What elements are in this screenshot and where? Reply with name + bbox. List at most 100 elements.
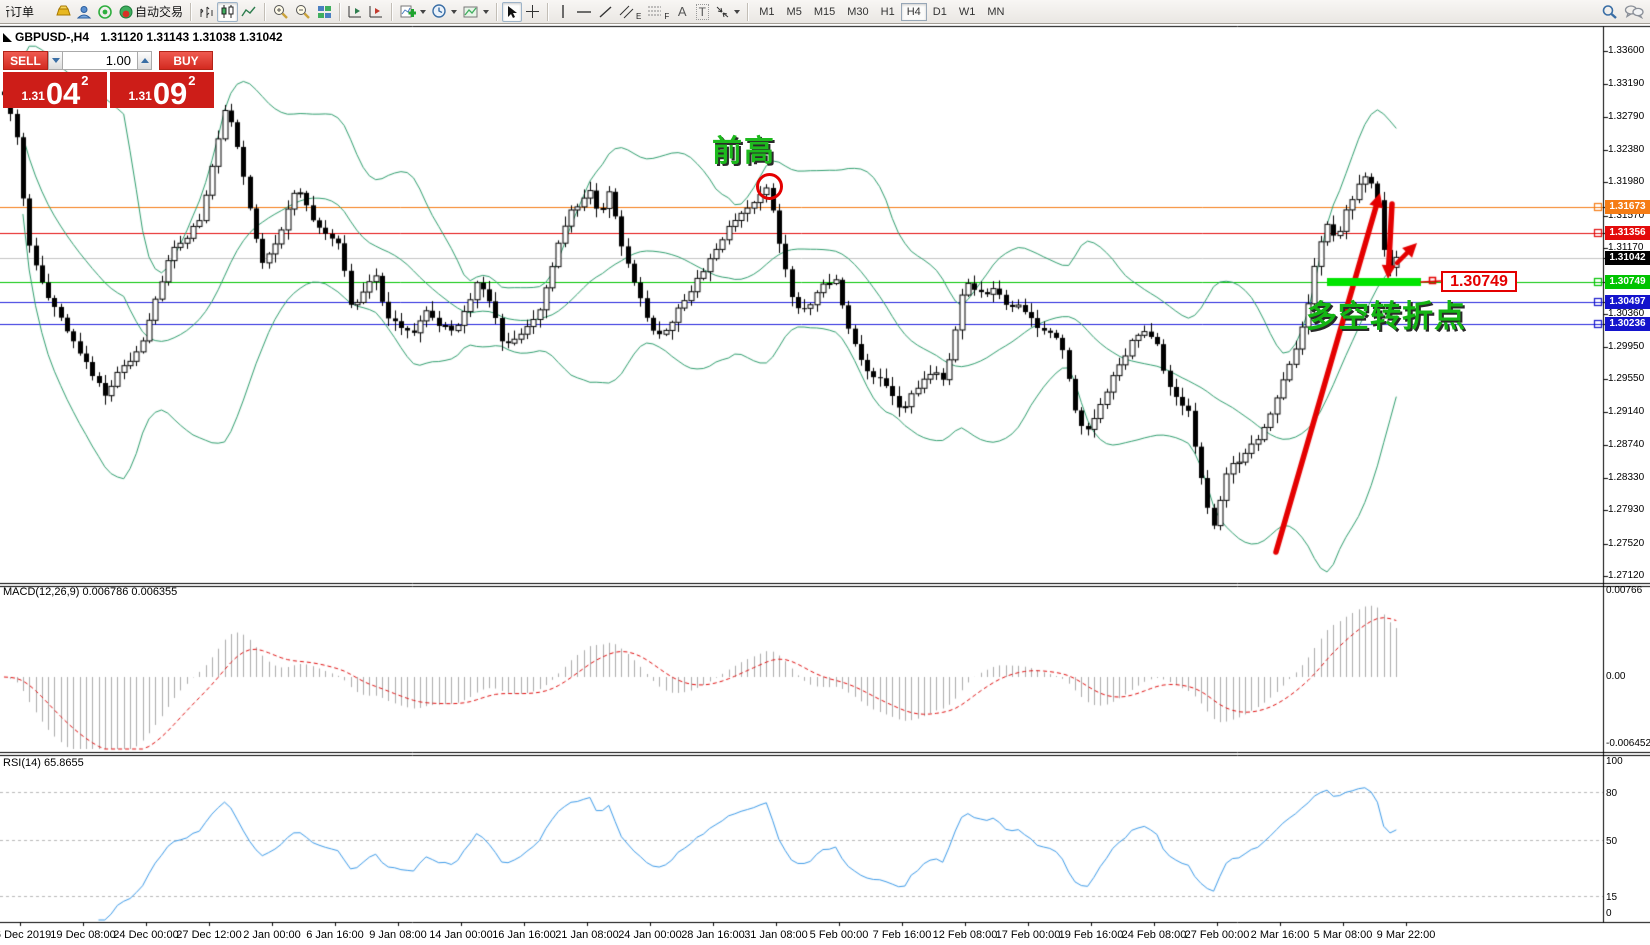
price-tag-1_31356: 1.31356 — [1605, 226, 1650, 240]
chevron-down-icon — [483, 10, 489, 14]
time-tick-label: 19 Dec 08:00 — [50, 929, 115, 941]
chevron-down-icon — [734, 10, 740, 14]
volume-input[interactable]: 1.00 — [63, 51, 137, 70]
chart-canvas[interactable] — [0, 0, 1650, 945]
price-tick-label: 1.28740 — [1608, 439, 1644, 450]
toolbar-separator — [747, 3, 749, 21]
autotrade-button[interactable]: 自动交易 — [116, 2, 186, 22]
shift-end-icon — [348, 5, 363, 19]
arrows-tool-button[interactable] — [712, 2, 743, 22]
price-tick-label: 1.28330 — [1608, 472, 1644, 483]
price-tick-label: 1.32380 — [1608, 144, 1644, 155]
fibonacci-button[interactable]: F — [644, 2, 672, 22]
timeframe-m15[interactable]: M15 — [808, 3, 841, 21]
crosshair-icon — [525, 4, 540, 19]
gold-block-icon[interactable] — [53, 2, 74, 22]
periods-button[interactable] — [429, 2, 460, 22]
signal-icon[interactable] — [95, 2, 116, 22]
chat-button[interactable] — [1621, 2, 1647, 22]
annotation-prev-high: 前高 — [712, 126, 776, 170]
spin-down-icon — [52, 58, 60, 63]
time-tick-label: 2 Mar 16:00 — [1251, 929, 1310, 941]
timeframe-m1[interactable]: M1 — [753, 3, 780, 21]
time-tick-label: 19 Feb 16:00 — [1059, 929, 1124, 941]
auto-scroll-icon — [369, 5, 384, 19]
new-order-button[interactable]: 新订单 — [3, 2, 53, 22]
time-tick-label: 17 Feb 00:00 — [996, 929, 1061, 941]
timeframe-h4[interactable]: H4 — [901, 3, 927, 21]
time-tick-label: 27 Dec 12:00 — [176, 929, 241, 941]
vertical-line-button[interactable] — [553, 2, 573, 22]
crosshair-button[interactable] — [522, 2, 543, 22]
cursor-icon — [506, 5, 518, 19]
sell-button[interactable]: SELL — [3, 51, 48, 70]
cursor-button[interactable] — [502, 2, 522, 22]
timeframe-m30[interactable]: M30 — [841, 3, 874, 21]
shift-end-button[interactable] — [345, 2, 366, 22]
timeframe-m5[interactable]: M5 — [781, 3, 808, 21]
channel-button[interactable]: E — [616, 2, 644, 22]
candlestick-icon — [220, 4, 235, 19]
search-button[interactable] — [1598, 2, 1621, 22]
zoom-out-button[interactable] — [292, 2, 314, 22]
autotrade-label: 自动交易 — [135, 3, 183, 20]
buy-price-big: 09 — [153, 81, 187, 106]
time-tick-label: 16 Dec 2019 — [0, 929, 51, 941]
time-tick-label: 24 Dec 00:00 — [113, 929, 178, 941]
volume-down-button[interactable] — [48, 51, 63, 70]
zoom-in-button[interactable] — [270, 2, 292, 22]
horizontal-line-button[interactable] — [573, 2, 595, 22]
rsi-axis-label: 0 — [1606, 908, 1612, 919]
timeframe-h1[interactable]: H1 — [875, 3, 901, 21]
new-order-label: 新订单 — [6, 3, 34, 20]
auto-scroll-button[interactable] — [366, 2, 387, 22]
volume-up-button[interactable] — [137, 51, 152, 70]
fibo-sub-label: F — [664, 12, 669, 21]
line-chart-button[interactable] — [238, 2, 260, 22]
tile-windows-button[interactable] — [314, 2, 335, 22]
buy-price-small: 1.31 — [128, 90, 151, 106]
profile-icon[interactable] — [74, 2, 95, 22]
label-tool-button[interactable]: T — [692, 2, 712, 22]
sell-price-box[interactable]: 1.31 04 2 — [3, 72, 107, 108]
time-tick-label: 9 Mar 22:00 — [1377, 929, 1436, 941]
chart-symbol-period: GBPUSD-,H4 — [15, 30, 89, 44]
timeframe-d1[interactable]: D1 — [927, 3, 953, 21]
indicators-button[interactable] — [397, 2, 429, 22]
toolbar-separator — [547, 3, 549, 21]
price-tick-label: 1.33190 — [1608, 78, 1644, 89]
price-tick-label: 1.32790 — [1608, 111, 1644, 122]
time-tick-label: 27 Feb 00:00 — [1185, 929, 1250, 941]
text-tool-button[interactable]: A — [672, 2, 692, 22]
bar-chart-icon — [199, 5, 214, 19]
chevron-down-icon — [420, 10, 426, 14]
time-tick-label: 9 Jan 08:00 — [369, 929, 427, 941]
price-tag-1_30236: 1.30236 — [1605, 317, 1650, 331]
templates-icon — [463, 5, 479, 19]
gold-block-glyph — [56, 5, 71, 18]
rsi-axis-label: 80 — [1606, 788, 1617, 799]
trendline-button[interactable] — [595, 2, 616, 22]
chart-title: GBPUSD-,H4 1.31120 1.31143 1.31038 1.310… — [15, 30, 283, 44]
time-tick-label: 24 Feb 08:00 — [1122, 929, 1187, 941]
annotation-turning-point: 多空转折点 — [1306, 291, 1466, 336]
time-tick-label: 2 Jan 00:00 — [243, 929, 301, 941]
toolbar-right — [1598, 2, 1647, 22]
timeframe-w1[interactable]: W1 — [953, 3, 982, 21]
trendline-icon — [598, 5, 613, 19]
buy-price-box[interactable]: 1.31 09 2 — [110, 72, 214, 108]
price-tag-1_30497: 1.30497 — [1605, 295, 1650, 309]
bar-chart-button[interactable] — [196, 2, 217, 22]
timeframe-mn[interactable]: MN — [981, 3, 1010, 21]
chevron-down-icon — [451, 10, 457, 14]
candlestick-button[interactable] — [217, 2, 238, 22]
price-tick-label: 1.27520 — [1608, 538, 1644, 549]
templates-button[interactable] — [460, 2, 492, 22]
sell-price-sup: 2 — [81, 73, 88, 88]
buy-button[interactable]: BUY — [159, 51, 213, 70]
sell-price-small: 1.31 — [21, 90, 44, 106]
vertical-line-icon — [558, 4, 568, 19]
fibonacci-icon — [647, 5, 662, 18]
time-tick-label: 21 Jan 08:00 — [555, 929, 619, 941]
price-tick-label: 1.27930 — [1608, 504, 1644, 515]
